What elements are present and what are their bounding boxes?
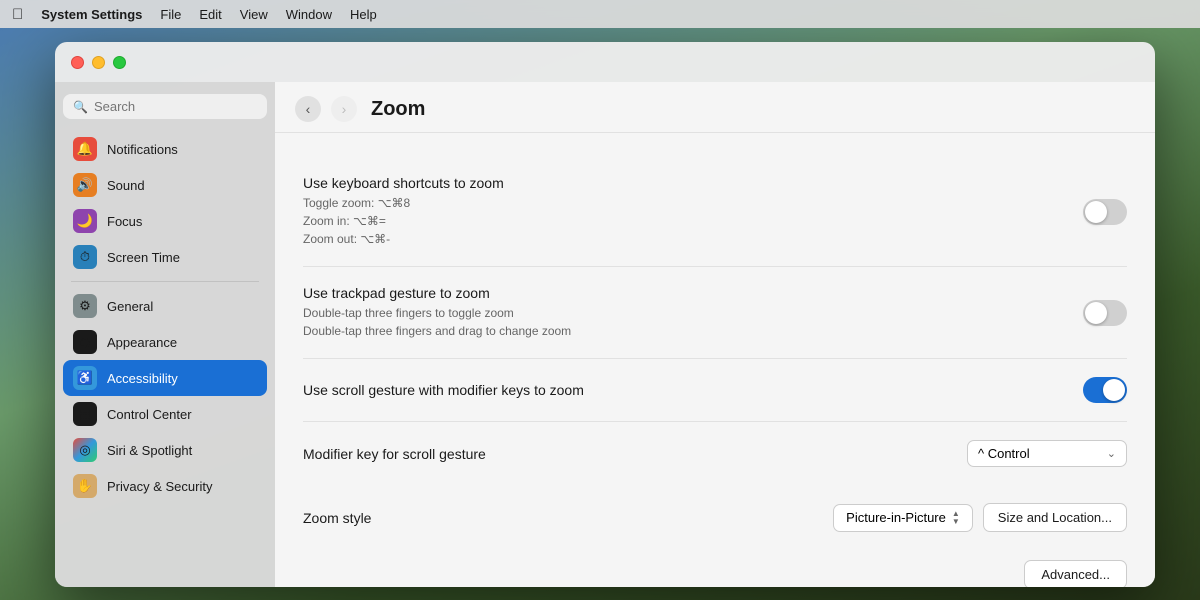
menubar:  System Settings File Edit View Window … — [0, 0, 1200, 28]
sidebar-item-notifications[interactable]: 🔔 Notifications — [63, 131, 267, 167]
sidebar-item-screen-time[interactable]: ⏱ Screen Time — [63, 239, 267, 275]
toggle-trackpad-gesture[interactable] — [1083, 300, 1127, 326]
panel-header: ‹ › Zoom — [275, 82, 1155, 133]
zoom-style-controls: Picture-in-Picture ▲ ▼ Size and Location… — [833, 503, 1127, 532]
size-location-button[interactable]: Size and Location... — [983, 503, 1127, 532]
sidebar-item-siri-spotlight[interactable]: ◎ Siri & Spotlight — [63, 432, 267, 468]
sidebar-divider — [71, 281, 259, 282]
setting-left-modifier-key: Modifier key for scroll gesture — [303, 446, 967, 462]
search-icon: 🔍 — [73, 100, 88, 114]
page-title: Zoom — [371, 98, 425, 121]
setting-desc-trackpad-gesture: Double-tap three fingers to toggle zoom … — [303, 304, 1083, 340]
maximize-button[interactable] — [113, 56, 126, 69]
sound-icon: 🔊 — [73, 173, 97, 197]
window-body: 🔍 🔔 Notifications 🔊 Sound 🌙 Focus ⏱ Screen Time… — [55, 82, 1155, 587]
zoom-style-stepper[interactable]: Picture-in-Picture ▲ ▼ — [833, 504, 973, 532]
forward-button[interactable]: › — [331, 96, 357, 122]
siri-spotlight-icon: ◎ — [73, 438, 97, 462]
stepper-arrows-icon: ▲ ▼ — [952, 510, 960, 526]
menu-view[interactable]: View — [240, 7, 268, 22]
toggle-knob-scroll-gesture — [1103, 379, 1125, 401]
menu-window[interactable]: Window — [286, 7, 332, 22]
sidebar-item-focus[interactable]: 🌙 Focus — [63, 203, 267, 239]
sidebar: 🔍 🔔 Notifications 🔊 Sound 🌙 Focus ⏱ Screen Time… — [55, 82, 275, 587]
setting-title-trackpad-gesture: Use trackpad gesture to zoom — [303, 285, 1083, 301]
toggle-scroll-gesture[interactable] — [1083, 377, 1127, 403]
chevron-down-icon-modifier-key: ⌄ — [1107, 447, 1116, 460]
panel-content: Use keyboard shortcuts to zoom Toggle zoo… — [275, 133, 1155, 587]
setting-left-trackpad-gesture: Use trackpad gesture to zoom Double-tap t… — [303, 285, 1083, 340]
zoom-style-value: Picture-in-Picture — [846, 510, 946, 525]
back-button[interactable]: ‹ — [295, 96, 321, 122]
sidebar-item-label-siri-spotlight: Siri & Spotlight — [107, 443, 192, 458]
zoom-style-label: Zoom style — [303, 510, 371, 526]
dropdown-modifier-key[interactable]: ^ Control ⌄ — [967, 440, 1127, 467]
accessibility-icon: ♿ — [73, 366, 97, 390]
search-input[interactable] — [94, 99, 257, 114]
setting-title-modifier-key: Modifier key for scroll gesture — [303, 446, 967, 462]
general-icon: ⚙ — [73, 294, 97, 318]
control-center-icon: ▦ — [73, 402, 97, 426]
sidebar-item-label-screen-time: Screen Time — [107, 250, 180, 265]
sidebar-item-general[interactable]: ⚙ General — [63, 288, 267, 324]
minimize-button[interactable] — [92, 56, 105, 69]
sidebar-item-appearance[interactable]: ◉ Appearance — [63, 324, 267, 360]
sidebar-item-label-notifications: Notifications — [107, 142, 178, 157]
setting-desc-keyboard-shortcuts: Toggle zoom: ⌥⌘8 Zoom in: ⌥⌘= Zoom out: … — [303, 194, 1083, 248]
sidebar-item-label-control-center: Control Center — [107, 407, 192, 422]
close-button[interactable] — [71, 56, 84, 69]
setting-row-trackpad-gesture: Use trackpad gesture to zoom Double-tap t… — [303, 267, 1127, 359]
apple-menu-icon[interactable]:  — [12, 6, 23, 23]
sidebar-item-accessibility[interactable]: ♿ Accessibility — [63, 360, 267, 396]
sidebar-item-label-privacy-security: Privacy & Security — [107, 479, 212, 494]
menu-help[interactable]: Help — [350, 7, 377, 22]
sidebar-item-label-focus: Focus — [107, 214, 142, 229]
focus-icon: 🌙 — [73, 209, 97, 233]
toggle-keyboard-shortcuts[interactable] — [1083, 199, 1127, 225]
dropdown-label-modifier-key: ^ Control — [978, 446, 1030, 461]
setting-left-scroll-gesture: Use scroll gesture with modifier keys to… — [303, 382, 1083, 398]
setting-title-keyboard-shortcuts: Use keyboard shortcuts to zoom — [303, 175, 1083, 191]
advanced-button[interactable]: Advanced... — [1024, 560, 1127, 587]
sidebar-item-label-sound: Sound — [107, 178, 145, 193]
appearance-icon: ◉ — [73, 330, 97, 354]
sidebar-item-label-appearance: Appearance — [107, 335, 177, 350]
main-panel: ‹ › Zoom Use keyboard shortcuts to zoom T… — [275, 82, 1155, 587]
traffic-lights — [71, 56, 126, 69]
sidebar-item-sound[interactable]: 🔊 Sound — [63, 167, 267, 203]
system-settings-window: 🔍 🔔 Notifications 🔊 Sound 🌙 Focus ⏱ Screen Time… — [55, 42, 1155, 587]
sidebar-item-privacy-security[interactable]: ✋ Privacy & Security — [63, 468, 267, 504]
toggle-knob-keyboard-shortcuts — [1085, 201, 1107, 223]
sidebar-item-label-general: General — [107, 299, 153, 314]
setting-row-scroll-gesture: Use scroll gesture with modifier keys to… — [303, 359, 1127, 422]
menu-file[interactable]: File — [160, 7, 181, 22]
toggle-knob-trackpad-gesture — [1085, 302, 1107, 324]
setting-left-keyboard-shortcuts: Use keyboard shortcuts to zoom Toggle zoo… — [303, 175, 1083, 248]
notifications-icon: 🔔 — [73, 137, 97, 161]
sidebar-item-label-accessibility: Accessibility — [107, 371, 178, 386]
privacy-security-icon: ✋ — [73, 474, 97, 498]
setting-rows-container: Use keyboard shortcuts to zoom Toggle zoo… — [303, 157, 1127, 485]
search-box[interactable]: 🔍 — [63, 94, 267, 119]
menu-edit[interactable]: Edit — [199, 7, 221, 22]
advanced-row: Advanced... — [303, 550, 1127, 587]
app-name: System Settings — [41, 7, 142, 22]
screen-time-icon: ⏱ — [73, 245, 97, 269]
setting-title-scroll-gesture: Use scroll gesture with modifier keys to… — [303, 382, 1083, 398]
sidebar-items-container: 🔔 Notifications 🔊 Sound 🌙 Focus ⏱ Screen Time ⚙ G… — [63, 131, 267, 504]
setting-row-modifier-key: Modifier key for scroll gesture^ Control… — [303, 422, 1127, 485]
zoom-style-row: Zoom style Picture-in-Picture ▲ ▼ Size a… — [303, 485, 1127, 550]
setting-row-keyboard-shortcuts: Use keyboard shortcuts to zoom Toggle zoo… — [303, 157, 1127, 267]
sidebar-item-control-center[interactable]: ▦ Control Center — [63, 396, 267, 432]
